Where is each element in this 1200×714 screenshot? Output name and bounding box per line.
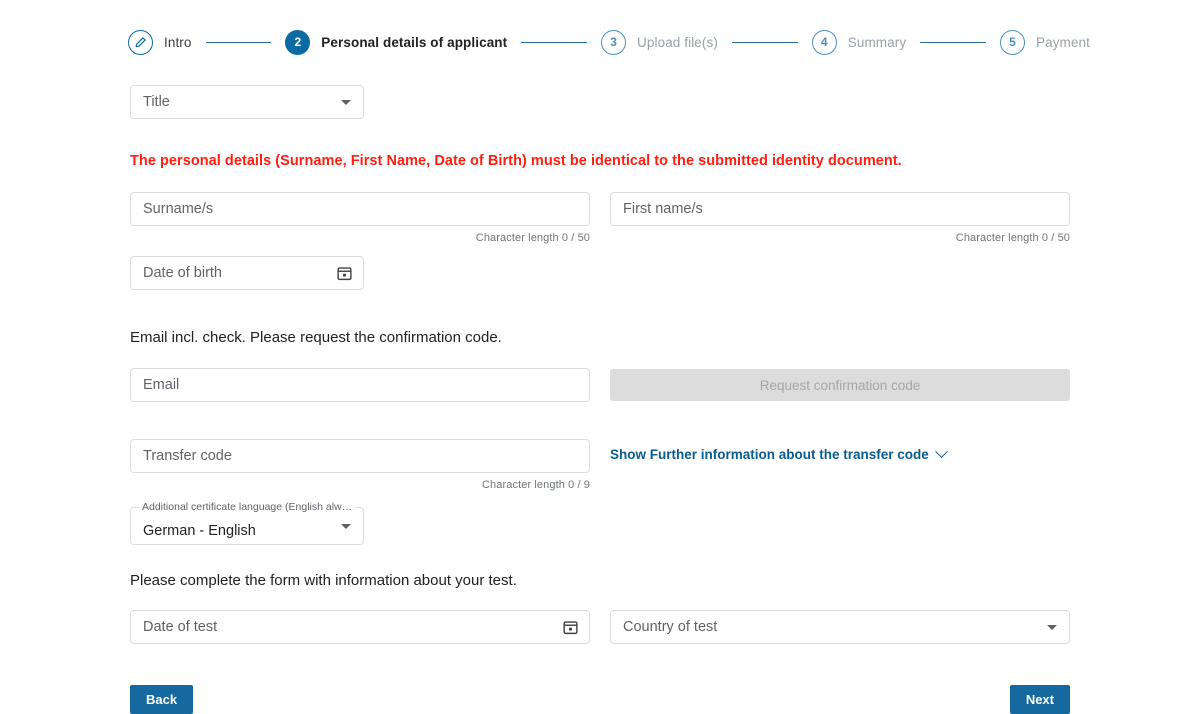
date-of-test-group: Date of test: [130, 610, 590, 644]
stepper-label-summary: Summary: [847, 34, 907, 50]
email-placeholder: Email: [143, 377, 180, 393]
stepper-label-upload-files: Upload file(s): [637, 34, 718, 50]
calendar-icon[interactable]: [336, 265, 353, 282]
stepper-connector-3: [731, 41, 798, 43]
date-of-birth-input[interactable]: Date of birth: [130, 256, 364, 290]
firstname-field-group: First name/s Character length 0 / 50: [610, 192, 1070, 244]
stepper-label-intro: Intro: [164, 34, 192, 50]
country-of-test-group: Country of test: [610, 610, 1070, 644]
chevron-down-icon: [341, 524, 351, 529]
transfer-code-input[interactable]: Transfer code: [130, 439, 590, 473]
chevron-down-icon: [341, 100, 351, 105]
progress-stepper: Intro 2 Personal details of applicant 3 …: [0, 0, 1200, 64]
stepper-label-payment: Payment: [1036, 34, 1090, 50]
request-code-group: Request confirmation code: [610, 368, 1070, 401]
stepper-label-personal-details: Personal details of applicant: [321, 34, 508, 50]
stepper-step-payment[interactable]: 5 Payment: [1000, 29, 1090, 55]
transfer-code-field-group: Transfer code Character length 0 / 9: [130, 439, 590, 491]
stepper-step-intro[interactable]: Intro: [128, 29, 192, 55]
surname-character-counter: Character length 0 / 50: [475, 232, 590, 244]
request-confirmation-code-button[interactable]: Request confirmation code: [610, 369, 1070, 401]
transfer-code-placeholder: Transfer code: [143, 448, 232, 464]
email-field-group: Email: [130, 368, 590, 402]
surname-input[interactable]: Surname/s: [130, 192, 590, 226]
date-of-test-input[interactable]: Date of test: [130, 610, 590, 644]
stepper-step-summary[interactable]: 4 Summary: [811, 29, 907, 55]
test-section-heading: Please complete the form with informatio…: [130, 572, 517, 589]
transfer-code-info-toggle[interactable]: Show Further information about the trans…: [610, 445, 948, 462]
stepper-connector-4: [920, 41, 986, 43]
transfer-code-info-label: Show Further information about the trans…: [610, 447, 929, 462]
stepper-badge-5: 5: [1000, 29, 1025, 55]
surname-field-group: Surname/s Character length 0 / 50: [130, 192, 590, 244]
calendar-icon[interactable]: [562, 619, 579, 636]
certificate-language-label: Additional certificate language (English…: [139, 501, 356, 513]
stepper-step-personal-details[interactable]: 2 Personal details of applicant: [285, 29, 508, 55]
certificate-language-select[interactable]: Additional certificate language (English…: [130, 501, 364, 545]
stepper-badge-2: 2: [285, 29, 311, 55]
transfer-code-character-counter: Character length 0 / 9: [482, 479, 590, 491]
country-of-test-placeholder: Country of test: [623, 619, 718, 635]
chevron-down-icon: [934, 445, 948, 459]
stepper-badge-3: 3: [601, 29, 627, 55]
stepper-connector-1: [205, 41, 272, 43]
firstname-input[interactable]: First name/s: [610, 192, 1070, 226]
firstname-placeholder: First name/s: [623, 201, 703, 217]
transfer-info-group: Show Further information about the trans…: [610, 439, 1070, 464]
title-select-placeholder: Title: [143, 94, 170, 110]
email-input[interactable]: Email: [130, 368, 590, 402]
firstname-character-counter: Character length 0 / 50: [955, 232, 1070, 244]
stepper-badge-4: 4: [811, 29, 837, 55]
email-section-heading: Email incl. check. Please request the co…: [130, 329, 502, 346]
identity-warning-text: The personal details (Surname, First Nam…: [130, 153, 902, 169]
date-of-birth-placeholder: Date of birth: [143, 265, 222, 281]
stepper-step-upload-files[interactable]: 3 Upload file(s): [601, 29, 718, 55]
country-of-test-select[interactable]: Country of test: [610, 610, 1070, 644]
date-of-test-placeholder: Date of test: [143, 619, 218, 635]
applicant-form: Title The personal details (Surname, Fir…: [0, 85, 1200, 714]
surname-placeholder: Surname/s: [143, 201, 214, 217]
stepper-connector-2: [521, 41, 588, 43]
chevron-down-icon: [1047, 625, 1057, 630]
pencil-icon: [128, 29, 153, 55]
title-select[interactable]: Title: [130, 85, 364, 119]
certificate-language-value: German - English: [143, 523, 256, 539]
